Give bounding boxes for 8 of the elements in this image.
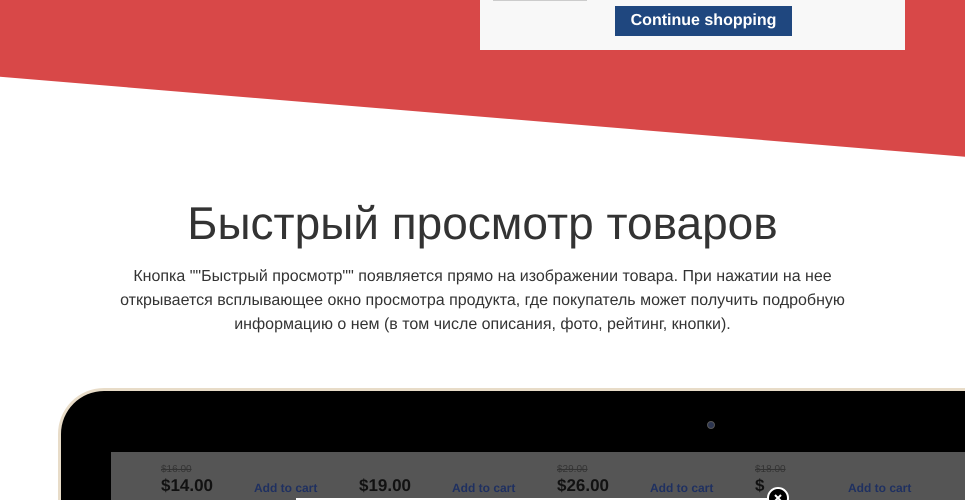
continue-shopping-button[interactable]: Continue shopping (615, 6, 792, 36)
section-description: Кнопка ""Быстрый просмотр"" появляется прямо на изображении товара. При нажатии на нее открывается всплывающее окно просмотра продукта, где покупатель может получить подробную информацию о нем (в том числе описания, фото, рейтинг, кнопки). (119, 267, 846, 335)
product-price: $26.00 (557, 476, 609, 496)
camera-icon (707, 421, 715, 429)
product-price: $14.00 (161, 476, 213, 496)
section-title: Быстрый просмотр товаров (187, 196, 778, 251)
product-price: $19.00 (359, 476, 411, 496)
product-price: $ (755, 476, 764, 496)
